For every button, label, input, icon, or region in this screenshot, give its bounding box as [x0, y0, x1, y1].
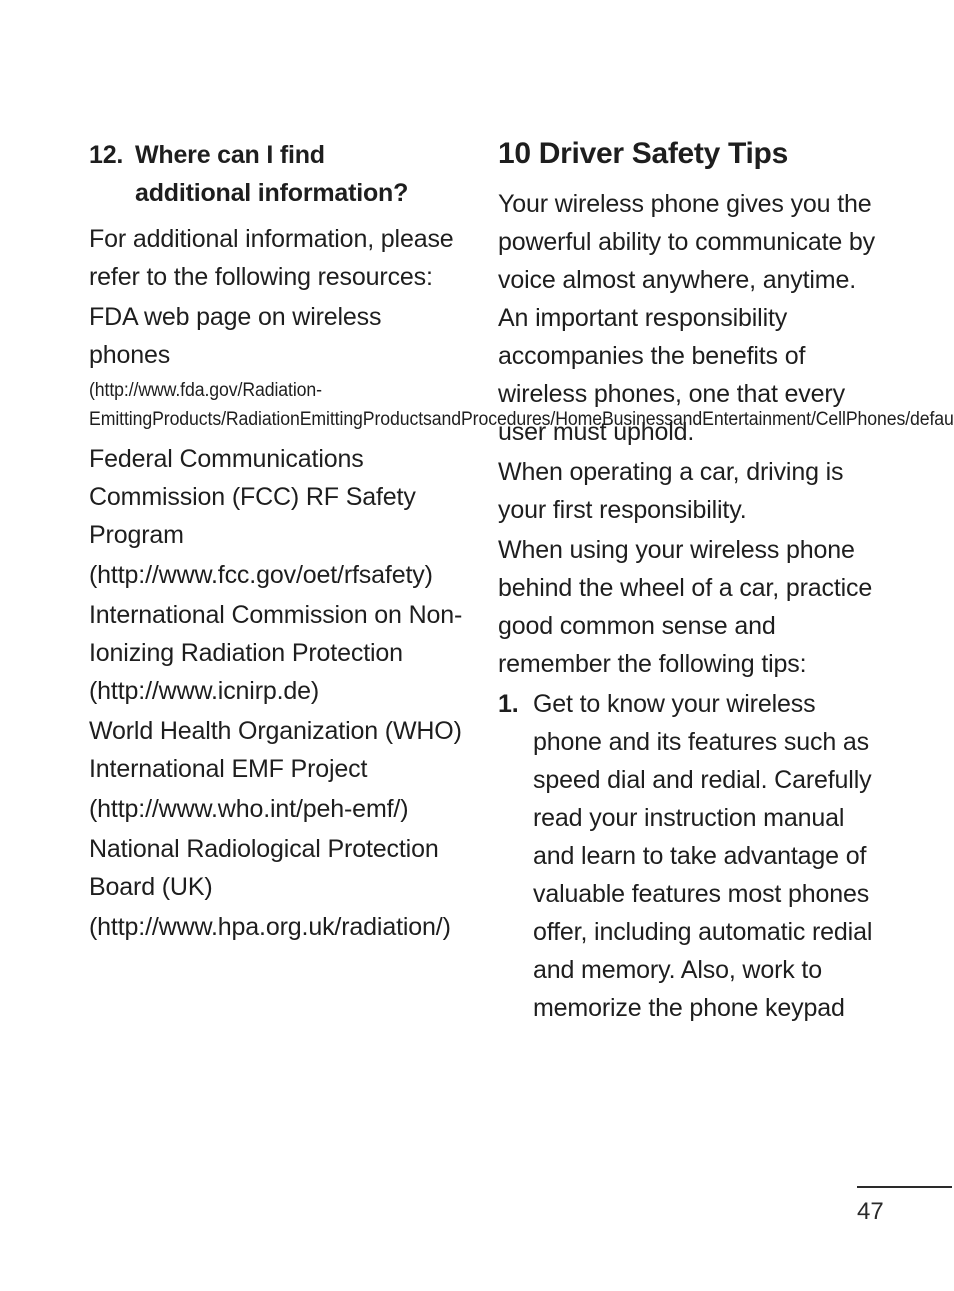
nrpb-resource-title: National Radiological Protection Board (…	[89, 835, 439, 901]
nrpb-resource-url: (http://www.hpa.org.uk/radiation/)	[89, 913, 451, 941]
fcc-resource-url: (http://www.fcc.gov/oet/rfsafety)	[89, 561, 433, 589]
list-item-text: Get to know your wireless phone and its …	[533, 690, 873, 1022]
intro-paragraph: For additional information, please refer…	[89, 225, 454, 291]
page-title: 10 Driver Safety Tips	[498, 137, 788, 170]
icnirp-resource: International Commission on Non-Ionizing…	[89, 601, 463, 705]
list-item: 1. Get to know your wireless phone and it…	[498, 685, 876, 1027]
section-heading-number: 12.	[89, 141, 124, 169]
section-heading-question-12: 12. Where can I find additional informatio…	[89, 136, 469, 212]
fda-resource-url: (http://www.fda.gov/Radiation-EmittingPr…	[89, 380, 954, 430]
document-page: 12. Where can I find additional informatio…	[0, 0, 954, 1291]
right-column: 10 Driver Safety Tips Your wireless phon…	[498, 136, 876, 1027]
fda-resource-title: FDA web page on wireless phones	[89, 303, 382, 369]
driver-tips-paragraph-3: When using your wireless phone behind th…	[498, 536, 873, 678]
section-heading-line-2: additional information?	[135, 179, 409, 207]
left-column: 12. Where can I find additional informatio…	[89, 136, 954, 948]
page-number: 47	[857, 1198, 884, 1225]
fcc-resource-title: Federal Communications Commission (FCC) …	[89, 445, 416, 549]
driver-tips-paragraph-2: When operating a car, driving is your fi…	[498, 458, 844, 524]
who-resource-title: World Health Organization (WHO) Internat…	[89, 717, 462, 783]
footer-divider	[857, 1186, 952, 1188]
list-item-marker: 1.	[498, 690, 519, 718]
driver-tips-paragraph-1: Your wireless phone gives you the powerf…	[498, 190, 876, 446]
who-resource-url: (http://www.who.int/peh-emf/)	[89, 795, 409, 823]
section-heading-line-1: Where can I find	[135, 141, 325, 169]
